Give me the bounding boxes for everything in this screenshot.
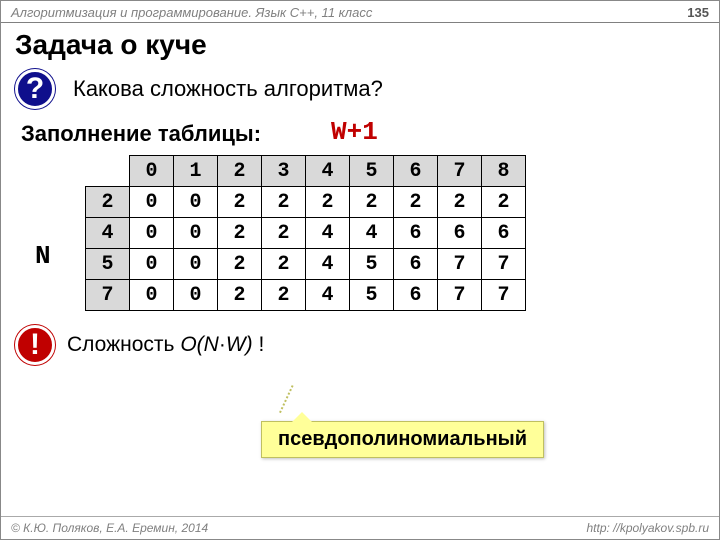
cell: 6 [394, 280, 438, 311]
row-header: 2 [86, 187, 130, 218]
cell: 2 [394, 187, 438, 218]
col-header: 4 [306, 156, 350, 187]
n-label: N [35, 241, 51, 271]
cell: 0 [174, 280, 218, 311]
cell: 0 [130, 218, 174, 249]
question-row: ? Какова сложность алгоритма? [1, 69, 719, 115]
cell: 0 [174, 218, 218, 249]
cell: 2 [262, 187, 306, 218]
cell: 7 [438, 280, 482, 311]
cell: 2 [218, 218, 262, 249]
callout-text: псевдополиномиальный [278, 428, 527, 450]
cell: 4 [306, 218, 350, 249]
col-header: 5 [350, 156, 394, 187]
cell: 6 [438, 218, 482, 249]
cell: 2 [350, 187, 394, 218]
cell: 0 [130, 249, 174, 280]
cell: 5 [350, 249, 394, 280]
cell: 2 [262, 249, 306, 280]
row-header: 5 [86, 249, 130, 280]
callout: псевдополиномиальный [261, 421, 544, 458]
cell: 0 [174, 249, 218, 280]
slide-title: Задача о куче [1, 23, 719, 69]
cell: 0 [130, 280, 174, 311]
table-corner [86, 156, 130, 187]
col-header: 6 [394, 156, 438, 187]
cell: 7 [438, 249, 482, 280]
col-header: 2 [218, 156, 262, 187]
course-name: Алгоритмизация и программирование. Язык … [11, 5, 372, 20]
cell: 0 [174, 187, 218, 218]
cell: 6 [482, 218, 526, 249]
col-header: 1 [174, 156, 218, 187]
copyright: © К.Ю. Поляков, Е.А. Еремин, 2014 [11, 521, 208, 535]
cell: 4 [350, 218, 394, 249]
cell: 4 [306, 280, 350, 311]
cell: 2 [218, 249, 262, 280]
col-header: 3 [262, 156, 306, 187]
cell: 2 [438, 187, 482, 218]
complexity-text: Сложность O(N·W) ! [67, 333, 264, 357]
col-header: 0 [130, 156, 174, 187]
slide-header: Алгоритмизация и программирование. Язык … [1, 1, 719, 23]
cell: 4 [306, 249, 350, 280]
cell: 7 [482, 280, 526, 311]
w-label: W+1 [331, 117, 378, 147]
row-header: 4 [86, 218, 130, 249]
cell: 2 [262, 218, 306, 249]
page-number: 135 [687, 5, 709, 20]
cell: 2 [306, 187, 350, 218]
row-header: 7 [86, 280, 130, 311]
cell: 7 [482, 249, 526, 280]
cell: 2 [482, 187, 526, 218]
exclaim-icon: ! [15, 325, 55, 365]
question-icon: ? [15, 69, 55, 109]
cell: 2 [218, 280, 262, 311]
cell: 6 [394, 249, 438, 280]
table-area: N W+1 0123456782002222222400224466650022… [1, 155, 719, 311]
complexity-row: ! Сложность O(N·W) ! [1, 311, 719, 365]
col-header: 7 [438, 156, 482, 187]
cell: 2 [218, 187, 262, 218]
cell: 6 [394, 218, 438, 249]
col-header: 8 [482, 156, 526, 187]
slide-footer: © К.Ю. Поляков, Е.А. Еремин, 2014 http: … [1, 516, 719, 539]
question-text: Какова сложность алгоритма? [65, 74, 391, 104]
cell: 5 [350, 280, 394, 311]
dp-table: 0123456782002222222400224466650022456777… [85, 155, 526, 311]
cell: 2 [262, 280, 306, 311]
cell: 0 [130, 187, 174, 218]
url: http: //kpolyakov.spb.ru [586, 521, 709, 535]
